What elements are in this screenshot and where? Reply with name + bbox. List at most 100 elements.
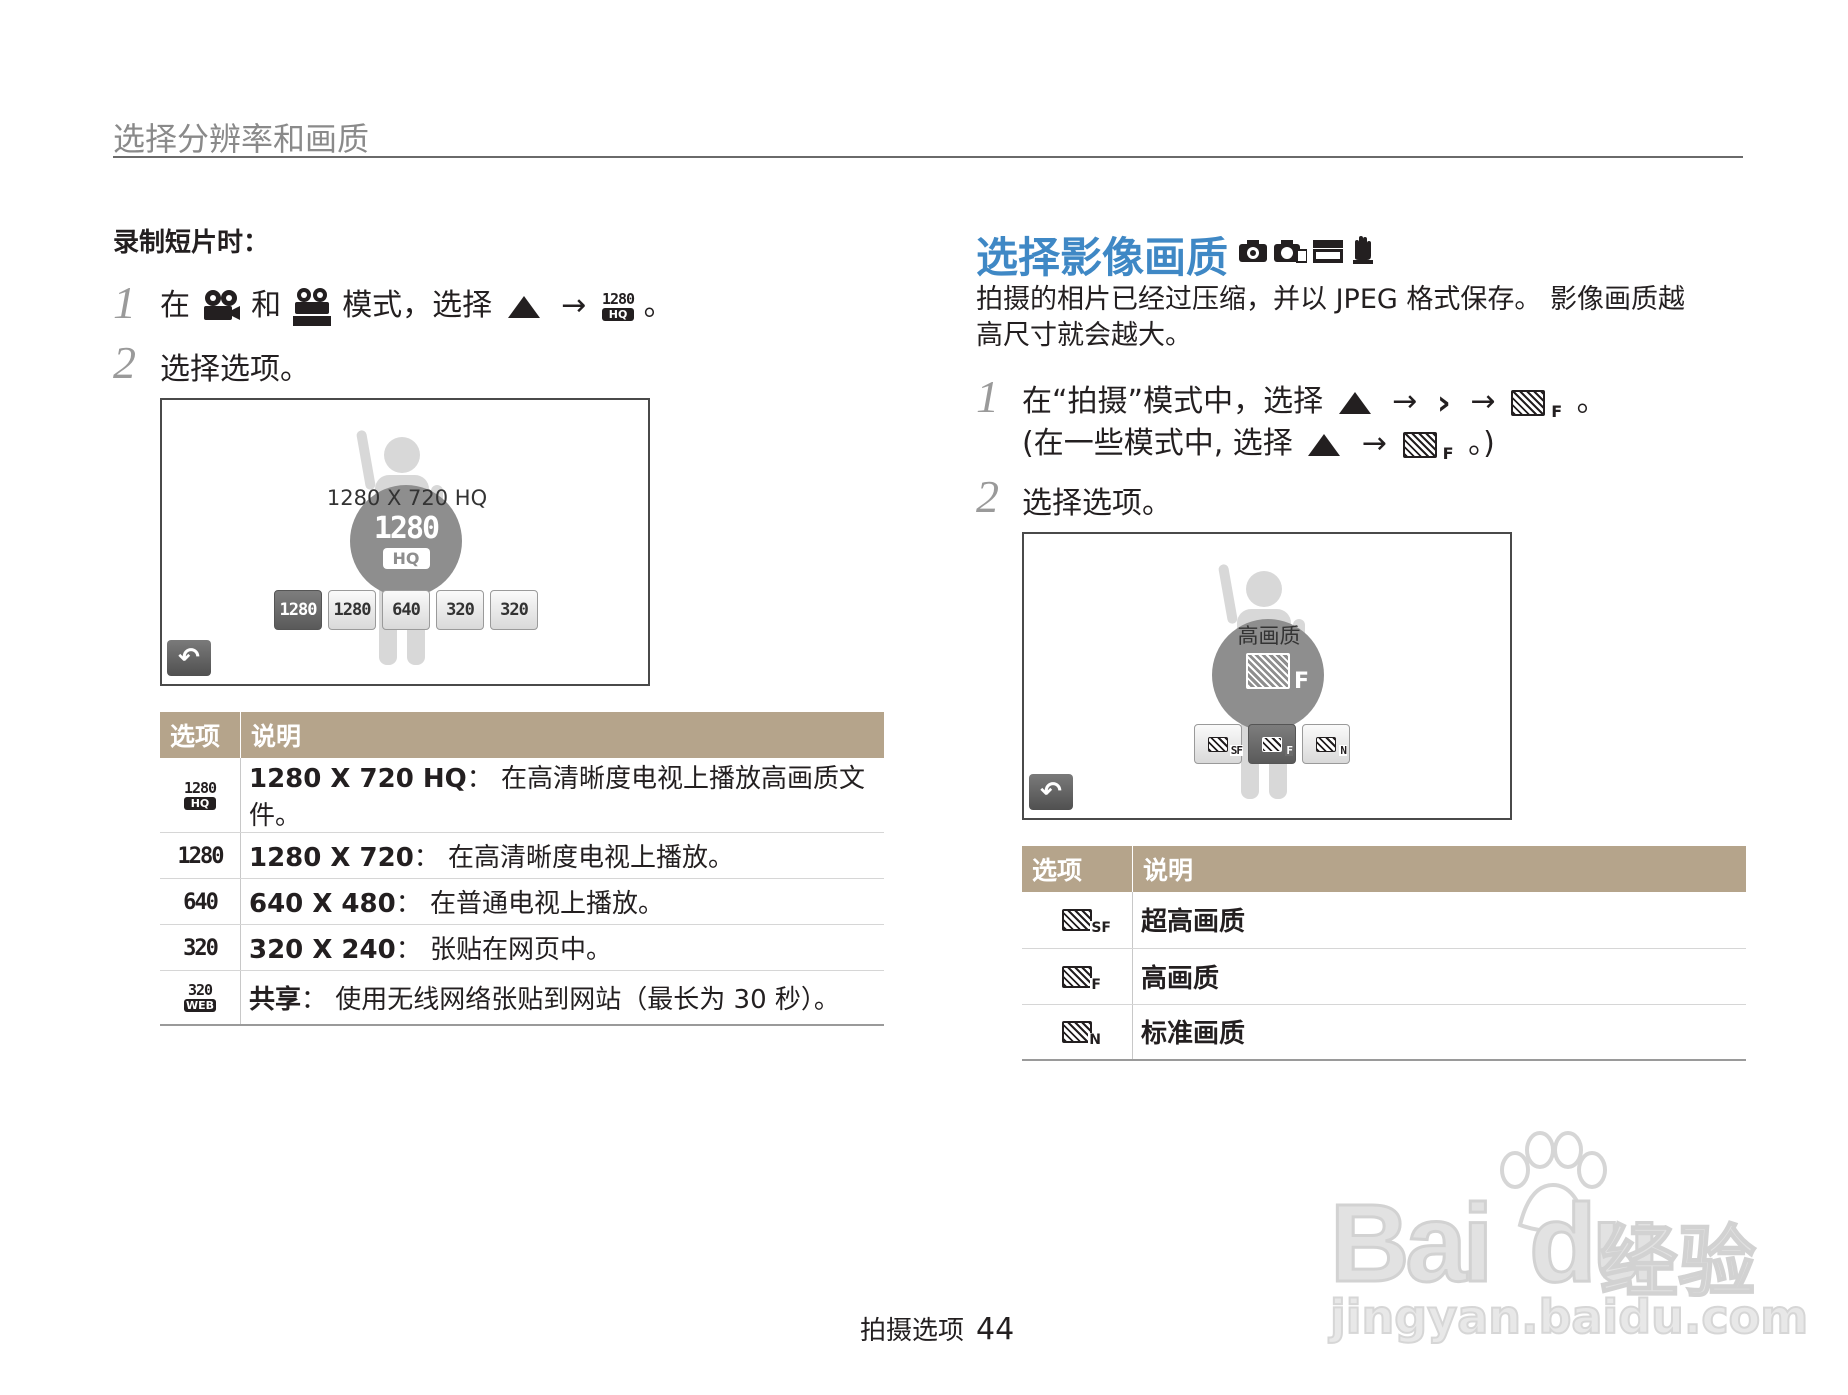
quality-normal-icon: N bbox=[1316, 736, 1347, 756]
option-desc: 高画质 bbox=[1132, 948, 1746, 1005]
icon-text: WEB bbox=[183, 999, 217, 1013]
camera-screen-resolution: 1280 HQ 1280 X 720 HQ 1280 1280 640 320 … bbox=[160, 398, 650, 686]
selected-option-label: 1280 X 720 HQ bbox=[326, 486, 488, 510]
camera-icon bbox=[1239, 240, 1267, 262]
arrow-right-icon: → bbox=[1361, 426, 1388, 461]
right-step-2: 2 bbox=[976, 470, 999, 523]
icon-text: SF bbox=[1229, 743, 1243, 757]
step-number: 2 bbox=[976, 471, 999, 522]
icon-text: SF bbox=[1090, 920, 1112, 937]
intro-line: 拍摄的相片已经过压缩，并以 JPEG 格式保存。 影像画质越 bbox=[976, 284, 1685, 315]
option-normal-button[interactable]: N bbox=[1302, 724, 1350, 764]
page-header-title: 选择分辨率和画质 bbox=[113, 120, 370, 158]
selected-option-label: 高画质 bbox=[1237, 624, 1301, 648]
icon-text: F bbox=[1550, 401, 1564, 421]
camera-screen-quality: F 高画质 SF F N ↶ bbox=[1022, 532, 1512, 820]
section-title: 选择影像画质 bbox=[976, 233, 1229, 282]
icon-text: F bbox=[1292, 669, 1310, 694]
icon-text: F bbox=[1285, 743, 1293, 757]
intro-paragraph: 拍摄的相片已经过压缩，并以 JPEG 格式保存。 影像画质越 高尺寸就会越大。 bbox=[976, 282, 1685, 354]
smart-movie-mode-icon bbox=[292, 287, 331, 326]
option-desc: ： 张贴在网页中。 bbox=[395, 935, 612, 965]
option-1280hq-button[interactable]: 1280 bbox=[274, 590, 322, 630]
quality-fine-icon: F bbox=[1262, 736, 1293, 756]
option-name: 1280 X 720 HQ bbox=[249, 764, 467, 794]
right-step-2-text: 选择选项。 bbox=[1022, 486, 1172, 521]
option-name: 640 X 480 bbox=[249, 889, 396, 919]
watermark-logo-text: Bai bbox=[1328, 1181, 1494, 1307]
bubble-sub-text: HQ bbox=[382, 548, 430, 569]
quality-fine-icon: F bbox=[1402, 431, 1455, 462]
icon-text: HQ bbox=[601, 308, 635, 321]
right-step-1-line-1: 在“拍摄”模式中，选择 → › → F 。 bbox=[1022, 376, 1607, 423]
option-desc: 超高画质 bbox=[1132, 892, 1746, 949]
left-subtitle: 录制短片时： bbox=[113, 228, 270, 258]
step-text-part: 。 bbox=[1576, 384, 1607, 419]
step-number: 1 bbox=[976, 371, 999, 422]
table-header: 选项 bbox=[1022, 846, 1133, 892]
320-web-icon: 320 WEB bbox=[183, 983, 217, 1013]
watermark-url: jingyan.baidu.com bbox=[1329, 1289, 1809, 1345]
step-number: 2 bbox=[113, 337, 136, 388]
icon-text: 1280 bbox=[601, 290, 635, 308]
page-footer: 拍摄选项 44 bbox=[860, 1310, 1014, 1347]
left-step-2-text: 选择选项。 bbox=[160, 352, 310, 387]
1280-hq-icon: 1280 HQ bbox=[183, 779, 217, 810]
header-rule bbox=[113, 156, 1743, 158]
resolution-options-table: 选项 说明 1280 HQ 1280 X 720 HQ： 在高清晰度电视上播放高画… bbox=[160, 712, 884, 1026]
step-text-part: 在 bbox=[160, 288, 190, 323]
up-triangle-icon bbox=[507, 295, 540, 318]
up-triangle-icon bbox=[1308, 433, 1341, 456]
table-row: N 标准画质 bbox=[1022, 1004, 1746, 1061]
quality-superfine-icon: SF bbox=[1062, 909, 1112, 936]
table-row: 1280 HQ 1280 X 720 HQ： 在高清晰度电视上播放高画质文件。 bbox=[160, 758, 884, 833]
option-superfine-button[interactable]: SF bbox=[1194, 724, 1243, 764]
icon-text: F bbox=[1090, 976, 1102, 993]
option-name: 1280 X 720 bbox=[249, 843, 414, 873]
intro-line: 高尺寸就会越大。 bbox=[976, 320, 1192, 351]
step-text-part: 。 bbox=[643, 288, 674, 323]
scene-icon bbox=[1313, 240, 1344, 263]
1280-hq-icon: 1280 HQ bbox=[601, 290, 635, 321]
icon-text: N bbox=[1088, 1032, 1102, 1049]
quality-fine-icon: F bbox=[1511, 389, 1564, 420]
1280-icon: 1280 bbox=[177, 843, 225, 869]
option-name: 320 X 240 bbox=[249, 935, 396, 965]
chevron-right-icon: › bbox=[1436, 382, 1451, 423]
up-triangle-icon bbox=[1338, 391, 1371, 414]
icon-text: HQ bbox=[183, 797, 217, 810]
mode-icons bbox=[1238, 234, 1377, 268]
back-button[interactable]: ↶ bbox=[1029, 774, 1073, 810]
640-icon: 640 bbox=[183, 889, 219, 915]
quality-fine-icon: F bbox=[1246, 653, 1310, 693]
option-320web-button[interactable]: 320 bbox=[490, 590, 538, 630]
movie-mode-icon bbox=[203, 289, 240, 320]
step-text-part: 在“拍摄”模式中，选择 bbox=[1022, 384, 1324, 419]
table-header: 说明 bbox=[240, 712, 884, 758]
option-desc: 标准画质 bbox=[1132, 1004, 1746, 1061]
page-number: 44 bbox=[976, 1312, 1015, 1347]
back-button[interactable]: ↶ bbox=[167, 640, 211, 676]
left-step-1: 1 bbox=[113, 276, 136, 329]
option-desc: ： 在高清晰度电视上播放。 bbox=[413, 843, 735, 873]
icon-text: 1280 bbox=[183, 779, 217, 797]
option-name: 共享 bbox=[249, 984, 302, 1015]
table-row: 320 WEB 共享： 使用无线网络张贴到网站（最长为 30 秒）。 bbox=[160, 970, 884, 1026]
step-number: 1 bbox=[113, 277, 136, 328]
step-text-part: (在一些模式中, 选择 bbox=[1022, 426, 1293, 461]
option-fine-button[interactable]: F bbox=[1248, 724, 1296, 764]
table-row: SF 超高画质 bbox=[1022, 892, 1746, 949]
option-320-button[interactable]: 320 bbox=[436, 590, 484, 630]
arrow-right-icon: → bbox=[1392, 384, 1418, 419]
footer-section-label: 拍摄选项 bbox=[860, 1316, 965, 1346]
table-row: 1280 1280 X 720： 在高清晰度电视上播放。 bbox=[160, 832, 884, 879]
table-header: 说明 bbox=[1132, 846, 1746, 892]
option-640-button[interactable]: 640 bbox=[382, 590, 430, 630]
right-step-1: 1 bbox=[976, 370, 999, 423]
icon-text: N bbox=[1339, 743, 1347, 757]
icon-text: F bbox=[1441, 443, 1455, 463]
320-icon: 320 bbox=[183, 935, 219, 961]
option-1280-button[interactable]: 1280 bbox=[328, 590, 376, 630]
table-row: 640 640 X 480： 在普通电视上播放。 bbox=[160, 878, 884, 925]
baidu-jingyan-watermark: Bai du 经验 jingyan.baidu.com bbox=[1320, 1130, 1809, 1345]
